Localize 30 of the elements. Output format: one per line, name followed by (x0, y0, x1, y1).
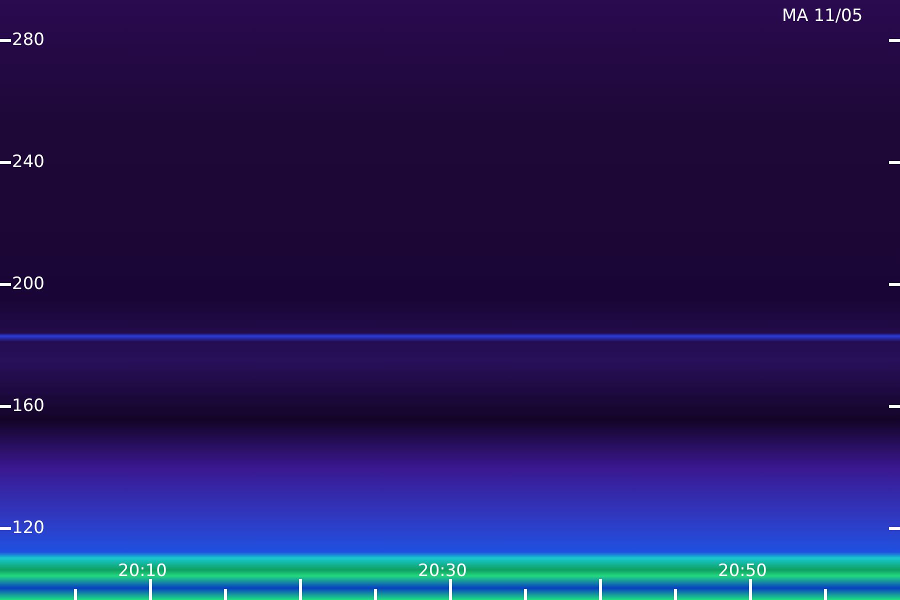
time-label: 20:50 (718, 561, 767, 581)
axis-label: 200 (12, 274, 44, 294)
axis-label: 240 (12, 152, 44, 172)
time-label: 20:10 (118, 561, 167, 581)
time-label: 20:30 (418, 561, 467, 581)
tick-mark (674, 589, 677, 600)
tick-mark (0, 161, 11, 164)
tick-mark (374, 589, 377, 600)
spectrogram-title: MA 11/05 (782, 6, 863, 26)
tick-mark (524, 589, 527, 600)
tick-mark (74, 589, 77, 600)
axis-label: 160 (12, 396, 44, 416)
tick-mark (889, 39, 900, 42)
tick-mark (0, 527, 11, 530)
tick-mark (0, 39, 11, 42)
tick-mark (299, 579, 302, 600)
tick-mark (449, 579, 452, 600)
tick-mark (889, 161, 900, 164)
tick-mark (889, 283, 900, 286)
tick-mark (224, 589, 227, 600)
tick-mark (749, 579, 752, 600)
tick-mark (0, 283, 11, 286)
tick-mark (824, 589, 827, 600)
axis-label: 280 (12, 30, 44, 50)
tick-mark (889, 527, 900, 530)
tick-mark (889, 405, 900, 408)
tick-mark (0, 405, 11, 408)
axis-label: 120 (12, 518, 44, 538)
tick-mark (149, 579, 152, 600)
tick-mark (599, 579, 602, 600)
